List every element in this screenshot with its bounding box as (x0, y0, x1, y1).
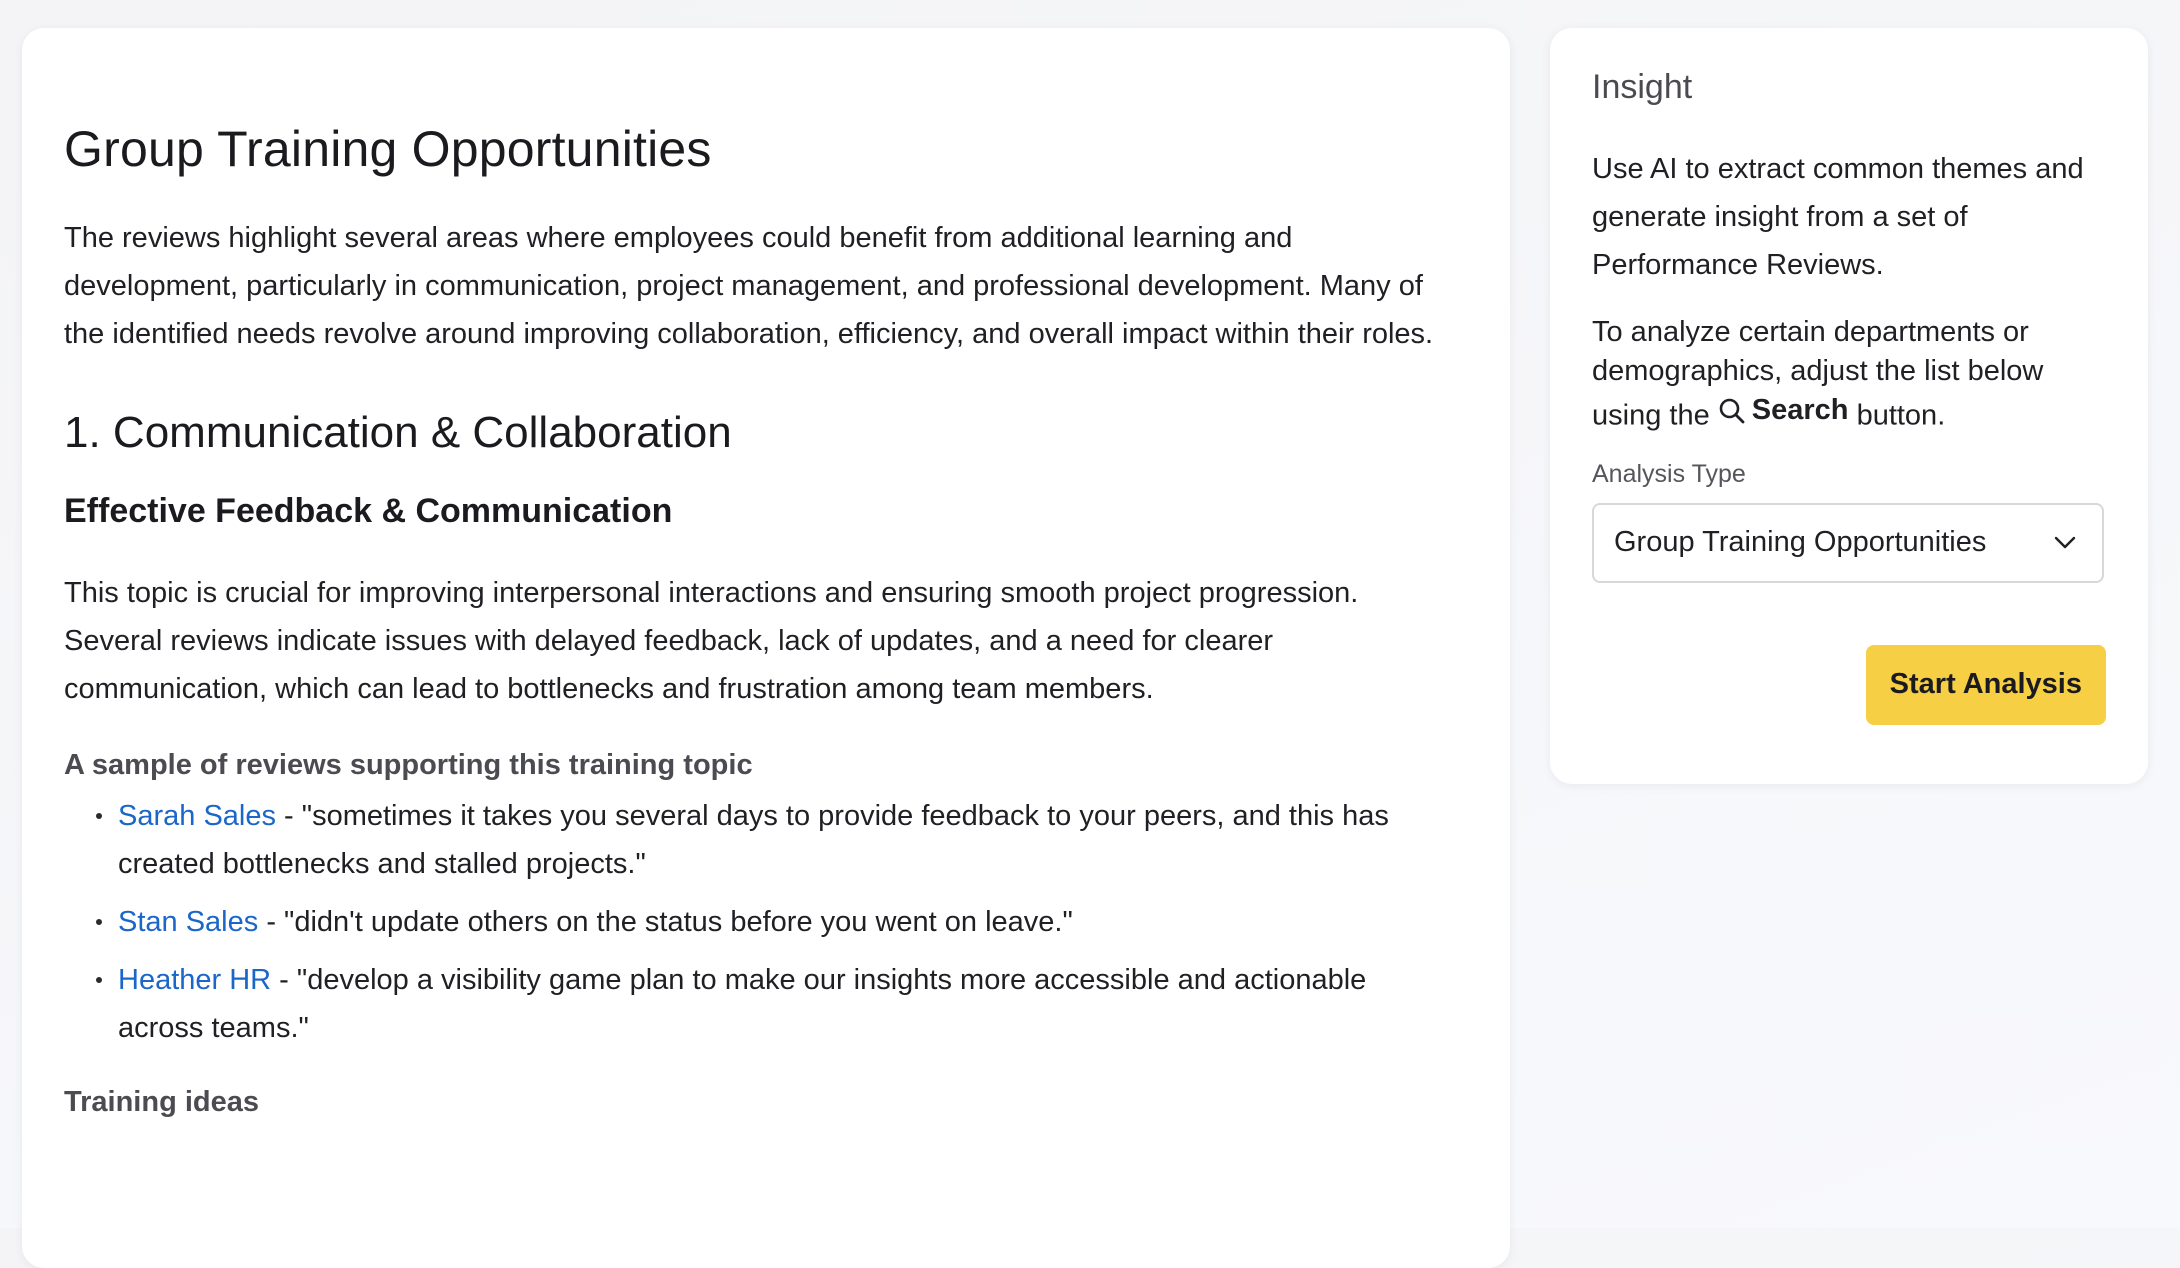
review-separator: - (271, 964, 297, 996)
insight-description: Use AI to extract common themes and gene… (1592, 153, 2084, 281)
review-list: Sarah Sales - "sometimes it takes you se… (64, 792, 1452, 1052)
analysis-type-value: Group Training Opportunities (1614, 526, 1987, 558)
training-report-panel: Group Training Opportunities The reviews… (22, 28, 1510, 1268)
topic-description: This topic is crucial for improving inte… (64, 577, 1359, 705)
insight-title: Insight (1592, 68, 1693, 106)
review-item: Heather HR - "develop a visibility game … (96, 956, 1452, 1052)
search-icon (1719, 398, 1745, 423)
topic-heading: Effective Feedback & Communication (64, 492, 673, 530)
review-item: Stan Sales - "didn't update others on th… (96, 898, 1452, 946)
review-separator: - (258, 906, 285, 938)
insight-panel: Insight Use AI to extract common themes … (1550, 28, 2148, 784)
review-quote: "didn't update others on the status befo… (284, 906, 1073, 938)
analysis-type-select[interactable]: Group Training Opportunities (1592, 502, 2104, 583)
reviewer-link[interactable]: Sarah Sales (118, 800, 276, 832)
start-analysis-button[interactable]: Start Analysis (1865, 644, 2106, 725)
insight-content: Insight Use AI to extract common themes … (1550, 28, 2148, 725)
review-quote: "sometimes it takes you several days to … (118, 800, 1389, 880)
insight-instruction: To analyze certain departments or demogr… (1592, 313, 2106, 436)
review-item: Sarah Sales - "sometimes it takes you se… (96, 792, 1452, 888)
sample-reviews-heading: A sample of reviews supporting this trai… (64, 749, 753, 781)
review-quote: "develop a visibility game plan to make … (118, 964, 1367, 1044)
reviewer-link[interactable]: Heather HR (118, 964, 271, 996)
reviewer-link[interactable]: Stan Sales (118, 906, 258, 938)
search-label: Search (1751, 394, 1849, 426)
review-separator: - (276, 800, 302, 832)
training-ideas-heading: Training ideas (64, 1086, 259, 1118)
report-content: Group Training Opportunities The reviews… (22, 28, 1510, 1119)
analysis-type-label: Analysis Type (1592, 459, 1746, 488)
chevron-down-icon (2054, 536, 2076, 548)
page-title: Group Training Opportunities (64, 121, 712, 177)
search-reference: Search (1718, 391, 1849, 430)
instruction-text-end: button. (1856, 399, 1946, 432)
section-heading: 1. Communication & Collaboration (64, 408, 732, 457)
action-row: Start Analysis (1592, 644, 2106, 725)
intro-paragraph: The reviews highlight several areas wher… (64, 222, 1434, 350)
